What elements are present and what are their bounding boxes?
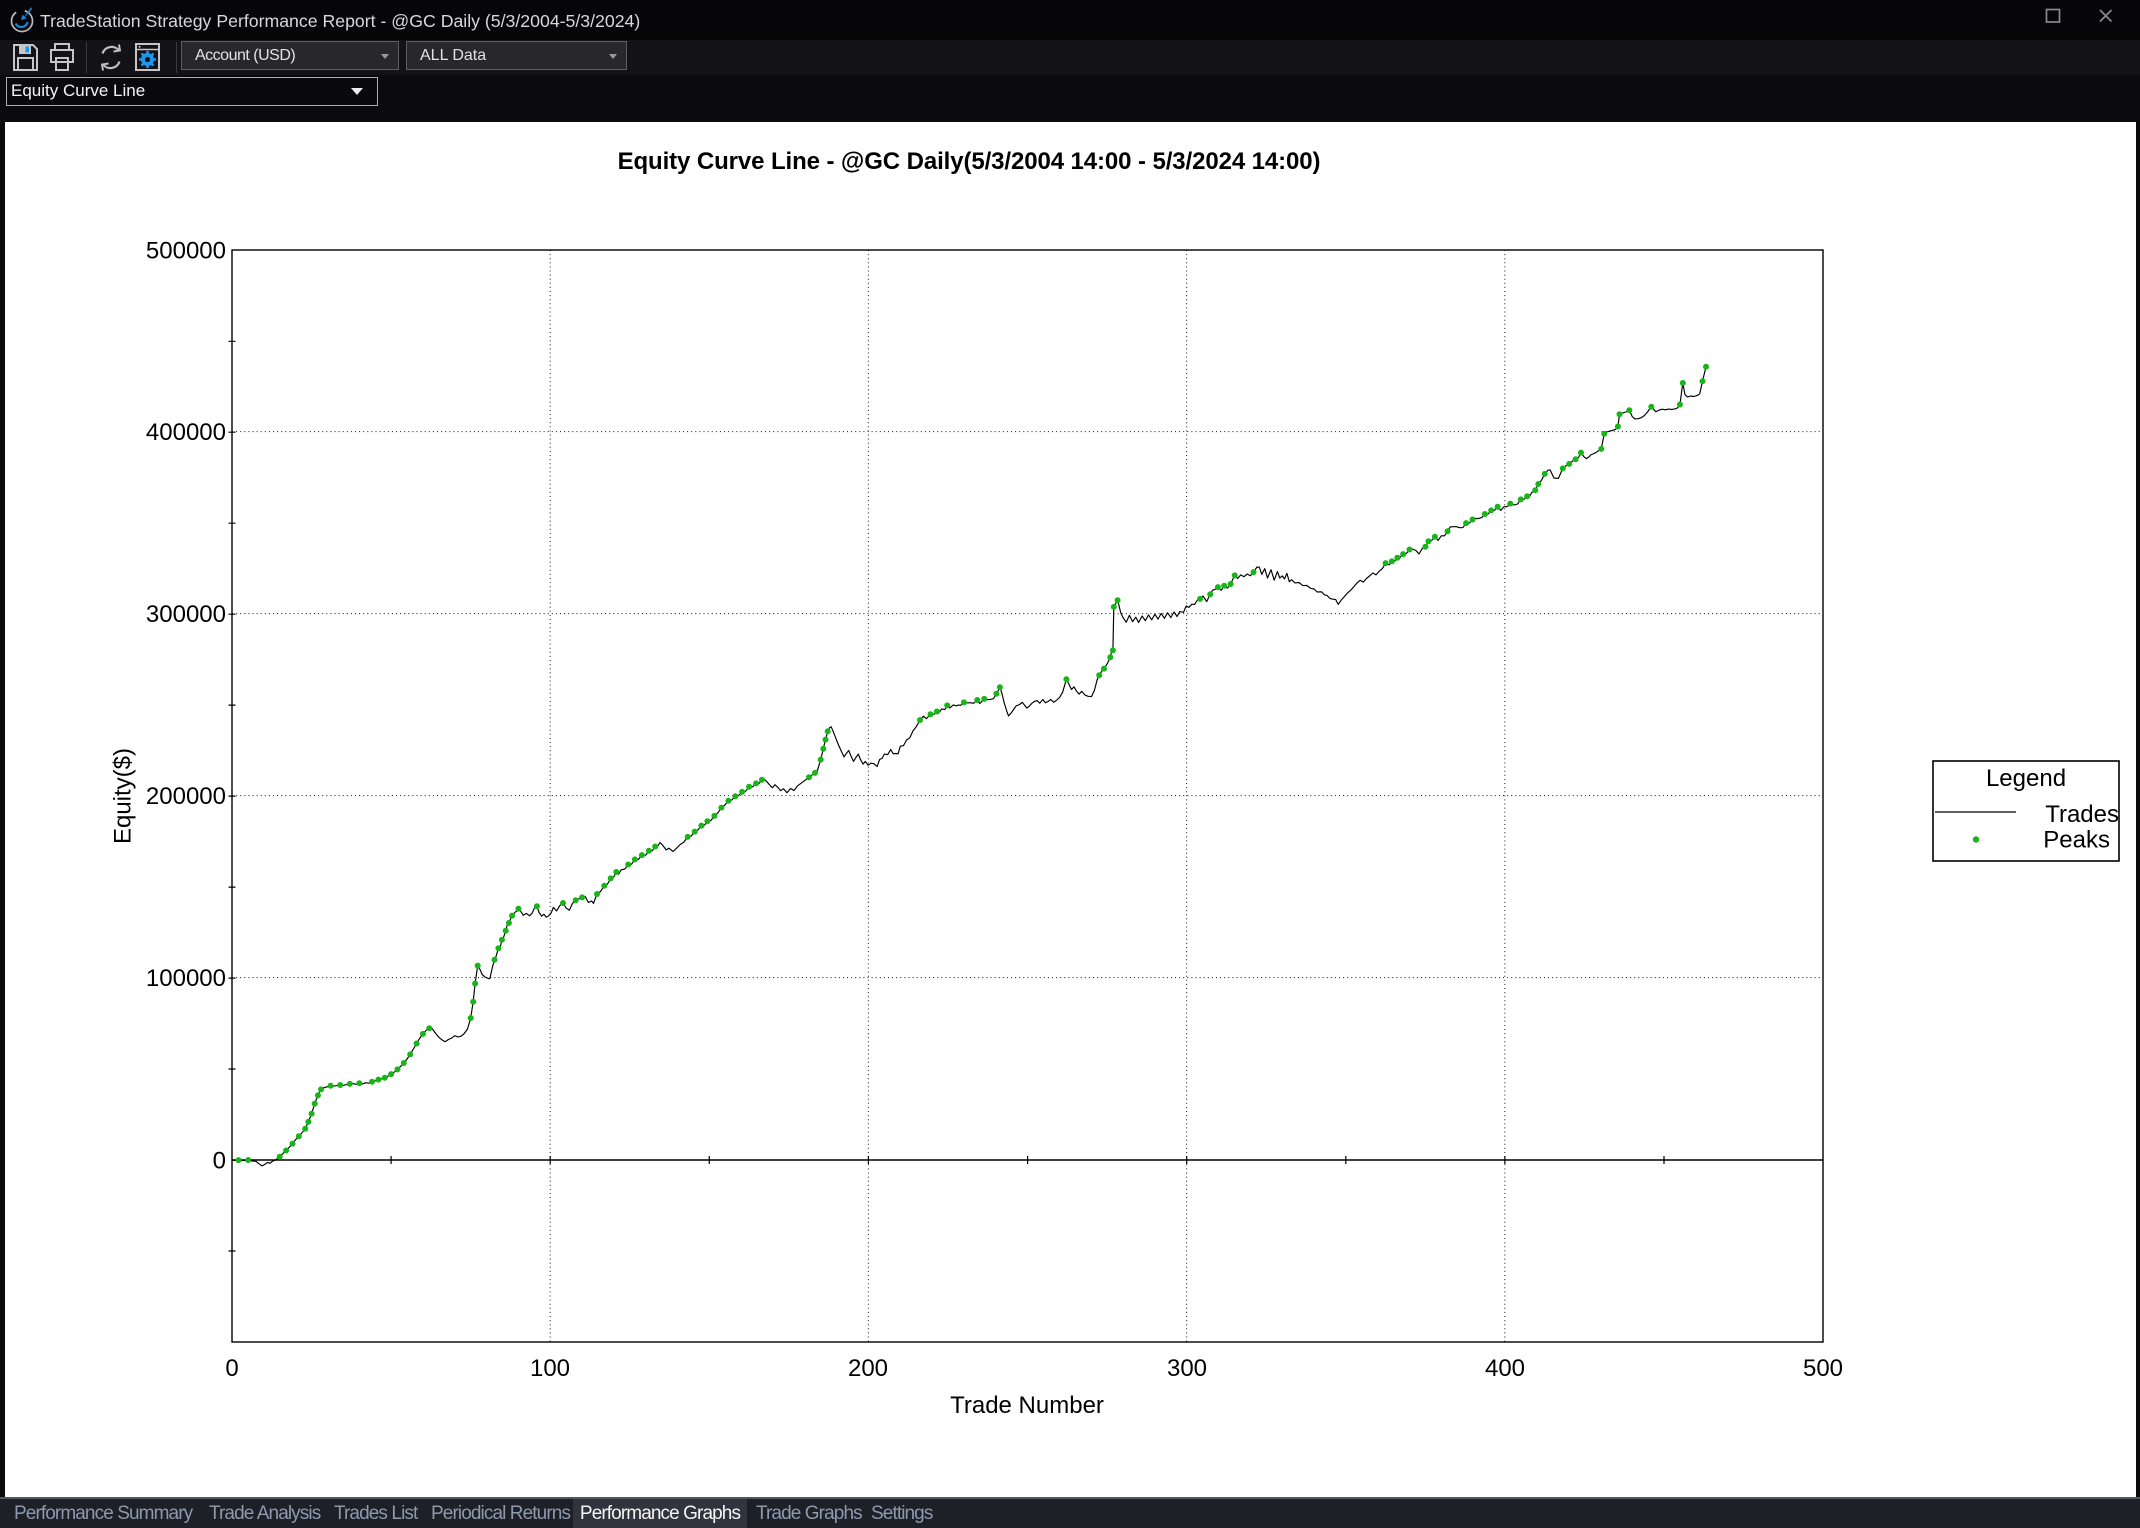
svg-text:Equity Curve Line - @GC Daily(: Equity Curve Line - @GC Daily(5/3/2004 1… xyxy=(618,148,1321,175)
svg-text:100000: 100000 xyxy=(146,965,226,992)
svg-text:Peaks: Peaks xyxy=(2043,827,2110,854)
svg-text:400000: 400000 xyxy=(146,419,226,446)
svg-text:0: 0 xyxy=(225,1355,238,1382)
svg-text:300000: 300000 xyxy=(146,601,226,628)
svg-text:500000: 500000 xyxy=(146,238,226,265)
svg-text:100: 100 xyxy=(530,1355,570,1382)
svg-text:200000: 200000 xyxy=(146,783,226,810)
svg-text:0: 0 xyxy=(213,1148,226,1175)
svg-text:Trade Number: Trade Number xyxy=(950,1392,1104,1419)
svg-text:Trades: Trades xyxy=(2045,801,2119,828)
svg-text:500: 500 xyxy=(1803,1355,1843,1382)
svg-text:Equity($): Equity($) xyxy=(110,748,137,844)
svg-text:200: 200 xyxy=(848,1355,888,1382)
svg-text:400: 400 xyxy=(1485,1355,1525,1382)
svg-text:300: 300 xyxy=(1167,1355,1207,1382)
svg-text:Legend: Legend xyxy=(1986,765,2066,792)
